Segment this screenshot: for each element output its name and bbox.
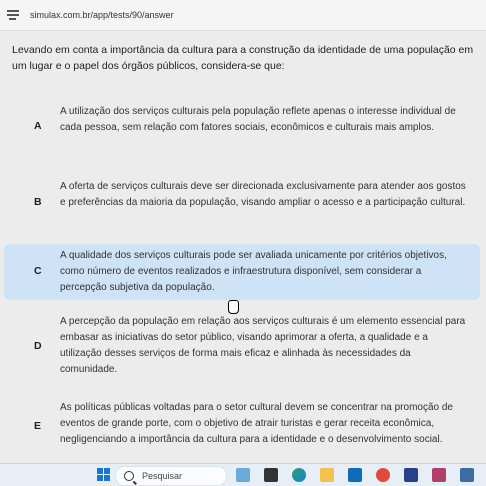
option-text: A percepção da população em relação aos … xyxy=(60,316,466,375)
question-text: Levando em conta a importância da cultur… xyxy=(12,44,474,72)
option-d[interactable]: D A percepção da população em relação ao… xyxy=(0,310,486,384)
option-e[interactable]: E As políticas públicas voltadas para o … xyxy=(0,396,486,462)
chrome-icon[interactable] xyxy=(376,468,390,482)
windows-start-icon[interactable] xyxy=(97,468,111,482)
option-letter: C xyxy=(34,265,42,277)
search-label: Pesquisar xyxy=(142,471,183,481)
store-icon[interactable] xyxy=(348,468,362,482)
option-text: A oferta de serviços culturais deve ser … xyxy=(60,181,466,208)
address-bar[interactable]: simulax.com.br/app/tests/90/answer xyxy=(0,0,486,31)
search-icon xyxy=(124,471,134,481)
taskbar-search[interactable]: Pesquisar xyxy=(115,466,227,486)
task-view-icon[interactable] xyxy=(264,468,278,482)
site-info-icon[interactable] xyxy=(6,8,20,22)
option-letter: B xyxy=(34,196,42,208)
option-text: A qualidade dos serviços culturais pode … xyxy=(60,250,447,293)
app-m-icon[interactable] xyxy=(432,468,446,482)
option-letter: A xyxy=(34,120,42,132)
option-text: As políticas públicas voltadas para o se… xyxy=(60,402,453,445)
option-letter: D xyxy=(34,340,42,352)
widgets-icon[interactable] xyxy=(236,468,250,482)
app-l-icon[interactable] xyxy=(404,468,418,482)
url-text[interactable]: simulax.com.br/app/tests/90/answer xyxy=(30,10,174,20)
option-letter: E xyxy=(34,420,42,432)
option-b[interactable]: B A oferta de serviços culturais deve se… xyxy=(0,176,486,230)
option-c[interactable]: C A qualidade dos serviços culturais pod… xyxy=(4,244,480,300)
edge-icon[interactable] xyxy=(292,468,306,482)
option-text: A utilização dos serviços culturais pela… xyxy=(60,106,456,133)
app-bookmark-icon[interactable] xyxy=(460,468,474,482)
file-explorer-icon[interactable] xyxy=(320,468,334,482)
option-a[interactable]: A A utilização dos serviços culturais pe… xyxy=(0,98,486,158)
mouse-cursor-icon xyxy=(228,300,239,314)
taskbar: Pesquisar xyxy=(0,463,486,486)
